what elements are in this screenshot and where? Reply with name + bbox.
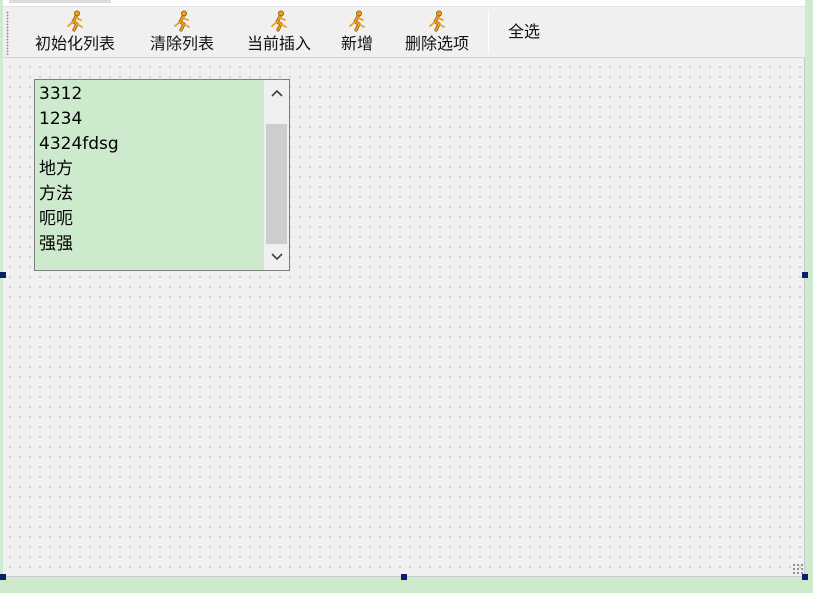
list-item[interactable]: 地方 <box>35 157 264 182</box>
resize-handle-left[interactable] <box>0 272 6 278</box>
vertical-scrollbar[interactable] <box>264 80 289 270</box>
listbox-items: 3312 1234 4324fdsg 地方 方法 呃呃 强强 <box>35 80 264 270</box>
resize-handle-bottom[interactable] <box>401 574 407 580</box>
item-listbox[interactable]: 3312 1234 4324fdsg 地方 方法 呃呃 强强 <box>34 79 290 271</box>
scroll-thumb[interactable] <box>266 124 287 244</box>
runner-icon <box>172 10 192 32</box>
list-item[interactable]: 4324fdsg <box>35 132 264 157</box>
clear-list-label: 清除列表 <box>149 34 214 53</box>
scroll-down-button[interactable] <box>264 246 289 268</box>
resize-handle-right[interactable] <box>802 272 808 278</box>
delete-item-label: 删除选项 <box>404 34 469 53</box>
toolbar-separator <box>488 10 489 54</box>
clear-list-button[interactable]: 清除列表 <box>142 9 222 55</box>
init-list-label: 初始化列表 <box>34 34 115 53</box>
scroll-up-button[interactable] <box>264 82 289 104</box>
insert-current-label: 当前插入 <box>246 34 311 53</box>
delete-item-button[interactable]: 删除选项 <box>397 9 477 55</box>
list-item[interactable]: 3312 <box>35 82 264 107</box>
chevron-up-icon <box>270 89 283 97</box>
select-all-button[interactable]: 全选 <box>498 20 550 44</box>
runner-icon <box>65 10 85 32</box>
list-item[interactable]: 1234 <box>35 107 264 132</box>
list-item[interactable]: 强强 <box>35 232 264 257</box>
add-item-label: 新增 <box>340 34 373 53</box>
top-strip <box>3 0 805 7</box>
runner-icon <box>347 10 367 32</box>
list-item[interactable]: 呃呃 <box>35 207 264 232</box>
runner-icon <box>269 10 289 32</box>
insert-current-button[interactable]: 当前插入 <box>239 9 319 55</box>
toolbar-grip[interactable] <box>6 11 9 55</box>
runner-icon <box>427 10 447 32</box>
resize-handle-bottom-left[interactable] <box>0 574 6 580</box>
tab-edge <box>9 0 111 3</box>
add-item-button[interactable]: 新增 <box>335 9 379 55</box>
init-list-button[interactable]: 初始化列表 <box>27 9 123 55</box>
toolbar: 初始化列表 清除列表 当前插入 新增 删除选项 全选 <box>3 7 805 58</box>
list-item[interactable]: 方法 <box>35 182 264 207</box>
size-grip[interactable] <box>792 563 804 575</box>
chevron-down-icon <box>270 253 283 261</box>
